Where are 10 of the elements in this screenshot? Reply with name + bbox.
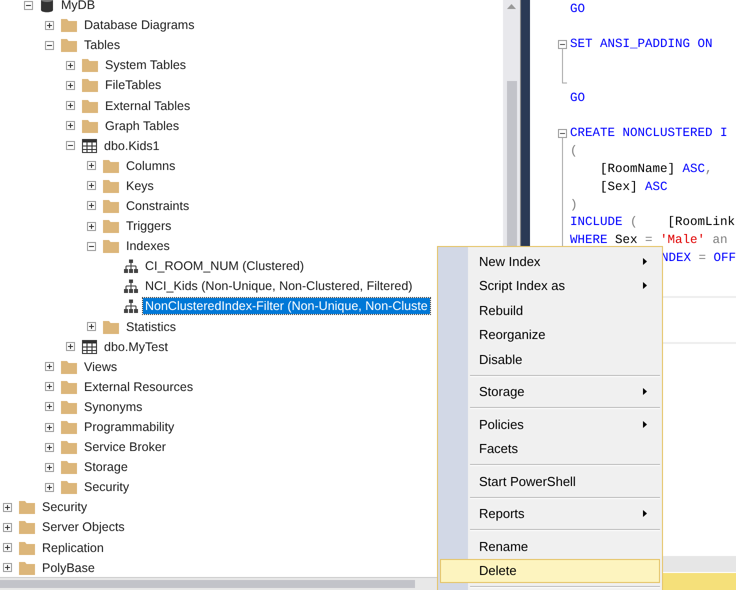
code-line: GO: [570, 90, 585, 105]
code-line: ): [570, 198, 578, 212]
code-line: [Sex] ASC: [598, 180, 668, 194]
code-line: INCLUDE ( [RoomLink: [570, 215, 736, 230]
code-line: (: [570, 144, 578, 158]
code-line: GO: [570, 2, 585, 16]
code-line: SET ANSI_PADDING ON: [570, 37, 712, 52]
code-line: WHERE Sex = 'Male' an: [570, 233, 728, 248]
code-line: CREATE NONCLUSTERED I: [570, 126, 728, 140]
code-line: [RoomName] ASC,: [598, 162, 713, 176]
